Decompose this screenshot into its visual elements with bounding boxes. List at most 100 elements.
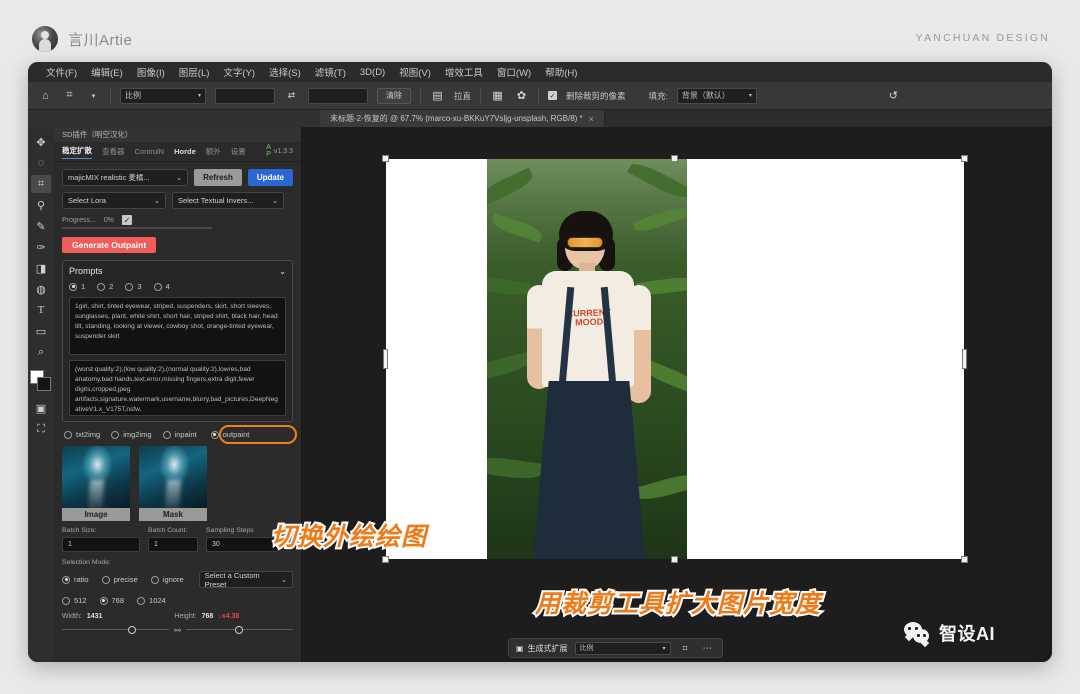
- grid-overlay-icon[interactable]: ▦: [490, 88, 505, 103]
- sampling-steps-input[interactable]: 30: [206, 537, 278, 552]
- reset-icon[interactable]: ↺: [886, 88, 901, 103]
- close-icon[interactable]: ×: [589, 114, 594, 124]
- batch-count-input[interactable]: 1: [148, 537, 198, 552]
- slider-knob[interactable]: [235, 626, 244, 634]
- prompts-header[interactable]: Prompts ⌄: [69, 266, 286, 276]
- menu-item-help[interactable]: 帮助(H): [545, 65, 577, 79]
- canvas-area[interactable]: CURRENT MOOD ▣ 生成式扩展 比例 ▾ ⌗ ⋯: [303, 127, 1052, 662]
- zoom-tool-icon[interactable]: ⌕: [31, 343, 51, 361]
- crop-icon[interactable]: ⌗: [678, 641, 693, 656]
- link-icon[interactable]: ⚯: [174, 626, 181, 635]
- fill-select[interactable]: 背景（默认） ▾: [676, 87, 757, 104]
- sd-tab-viewer[interactable]: 查看器: [102, 146, 125, 157]
- generate-outpaint-button[interactable]: Generate Outpaint: [62, 237, 157, 253]
- canvas-stage[interactable]: CURRENT MOOD: [382, 155, 968, 563]
- mode-inpaint[interactable]: inpaint: [162, 430, 197, 439]
- crop-height-input[interactable]: [308, 87, 368, 104]
- model-select[interactable]: majicMIX realistic 麦橘... ⌄: [62, 169, 189, 186]
- menu-item-filter[interactable]: 滤镜(T): [315, 65, 346, 79]
- sd-tab-controlnet[interactable]: ControlN: [135, 147, 165, 156]
- mask-thumbnail[interactable]: Mask: [139, 446, 207, 521]
- prompt-slot-1[interactable]: 1: [69, 282, 85, 291]
- dodge-tool-icon[interactable]: ◍: [31, 280, 51, 298]
- crop-handle-top[interactable]: [671, 155, 678, 162]
- menu-item-view[interactable]: 视图(V): [399, 65, 431, 79]
- chevron-down-icon[interactable]: ▾: [86, 88, 101, 103]
- screen-mode-icon[interactable]: ⛶: [31, 420, 51, 438]
- crop-handle-left[interactable]: [383, 349, 388, 369]
- crop-handle-right[interactable]: [962, 349, 967, 369]
- menu-item-file[interactable]: 文件(F): [46, 65, 77, 79]
- size-preset-768[interactable]: 768: [99, 596, 124, 605]
- genbar-ratio-select[interactable]: 比例 ▾: [574, 641, 671, 655]
- size-preset-1024[interactable]: 1024: [137, 596, 166, 605]
- sd-tab-stable-diffusion[interactable]: 稳定扩散: [62, 145, 92, 159]
- mode-txt2img[interactable]: txt2img: [64, 430, 100, 439]
- slider-knob[interactable]: [128, 626, 137, 634]
- width-slider[interactable]: [62, 625, 170, 635]
- document-tab[interactable]: 未标题-2-恢复的 @ 67.7% (marco-xu-BKKuY7Vsljg-…: [320, 110, 605, 127]
- mode-img2img[interactable]: img2img: [111, 430, 152, 439]
- sd-tab-extra[interactable]: 额外: [206, 146, 221, 157]
- positive-prompt-textarea[interactable]: 1girl, shirt, tinted eyewear, striped, s…: [69, 297, 286, 355]
- prompt-slot-2[interactable]: 2: [97, 282, 113, 291]
- ratio-select[interactable]: 比例 ▾: [120, 87, 206, 104]
- crop-tool-icon[interactable]: ⌗: [62, 88, 77, 103]
- size-preset-512-label: 512: [74, 596, 87, 605]
- clear-button[interactable]: 清除: [377, 87, 411, 104]
- progress-checkbox[interactable]: ✓: [121, 215, 132, 225]
- chevron-down-icon[interactable]: ⌄: [279, 267, 286, 276]
- menu-item-type[interactable]: 文字(Y): [223, 65, 255, 79]
- generative-expand-button[interactable]: ▣ 生成式扩展: [516, 643, 568, 654]
- custom-preset-select[interactable]: Select a Custom Preset ⌄: [198, 571, 293, 589]
- batch-size-input[interactable]: 1: [62, 537, 140, 552]
- healing-brush-tool-icon[interactable]: ✑: [31, 238, 51, 256]
- selection-mode-ratio[interactable]: ratio: [62, 575, 89, 584]
- crop-handle-br[interactable]: [961, 556, 968, 563]
- size-preset-512[interactable]: 512: [62, 596, 87, 605]
- background-color-swatch[interactable]: [37, 377, 51, 391]
- lora-select[interactable]: Select Lora ⌄: [62, 192, 166, 209]
- crop-handle-bottom[interactable]: [671, 556, 678, 563]
- shape-tool-icon[interactable]: ▭: [31, 322, 51, 340]
- menu-item-window[interactable]: 窗口(W): [497, 65, 531, 79]
- sd-tab-settings[interactable]: 设置: [231, 146, 246, 157]
- selection-mode-precise[interactable]: precise: [101, 575, 138, 584]
- lasso-tool-icon[interactable]: ◌: [31, 154, 51, 172]
- crop-handle-tr[interactable]: [961, 155, 968, 162]
- negative-prompt-textarea[interactable]: (worst quality:2),(low quality:2),(norma…: [69, 360, 286, 416]
- type-tool-icon[interactable]: T: [31, 301, 51, 319]
- quick-mask-icon[interactable]: ▣: [31, 399, 51, 417]
- gear-icon[interactable]: ✿: [514, 88, 529, 103]
- update-button[interactable]: Update: [247, 169, 293, 186]
- crop-width-input[interactable]: [215, 87, 275, 104]
- delete-cropped-checkbox[interactable]: ✓: [548, 91, 558, 100]
- lora-row: Select Lora ⌄ Select Textual Invers... ⌄: [62, 192, 293, 209]
- image-thumbnail[interactable]: Image: [62, 446, 130, 521]
- straighten-icon[interactable]: ▤: [430, 88, 445, 103]
- swap-arrows-icon[interactable]: ⇄: [284, 88, 299, 103]
- menu-item-plugins[interactable]: 增效工具: [445, 65, 483, 79]
- prompt-slot-4[interactable]: 4: [153, 282, 170, 291]
- height-slider[interactable]: [185, 625, 294, 635]
- eyedropper-tool-icon[interactable]: ⚲: [31, 196, 51, 214]
- paint-bucket-tool-icon[interactable]: ◨: [31, 259, 51, 277]
- sd-tab-horde[interactable]: Horde: [174, 147, 196, 156]
- textual-inversion-select[interactable]: Select Textual Invers... ⌄: [172, 192, 284, 209]
- menu-item-select[interactable]: 选择(S): [269, 65, 301, 79]
- selection-mode-ignore[interactable]: ignore: [150, 575, 184, 584]
- menu-item-image[interactable]: 图像(I): [137, 65, 165, 79]
- more-options-icon[interactable]: ⋯: [700, 641, 715, 656]
- prompt-slot-3[interactable]: 3: [125, 282, 142, 291]
- crop-handle-bl[interactable]: [382, 556, 389, 563]
- color-swatches[interactable]: [30, 370, 52, 392]
- menu-item-layer[interactable]: 图层(L): [179, 65, 210, 79]
- refresh-button[interactable]: Refresh: [194, 169, 242, 186]
- crop-handle-tl[interactable]: [382, 155, 389, 162]
- menu-item-3d[interactable]: 3D(D): [360, 67, 385, 78]
- move-tool-icon[interactable]: ✥: [31, 133, 51, 151]
- brush-tool-icon[interactable]: ✎: [31, 217, 51, 235]
- menu-item-edit[interactable]: 编辑(E): [91, 65, 123, 79]
- home-icon[interactable]: ⌂: [38, 88, 53, 103]
- crop-tool-icon[interactable]: ⌗: [31, 175, 51, 193]
